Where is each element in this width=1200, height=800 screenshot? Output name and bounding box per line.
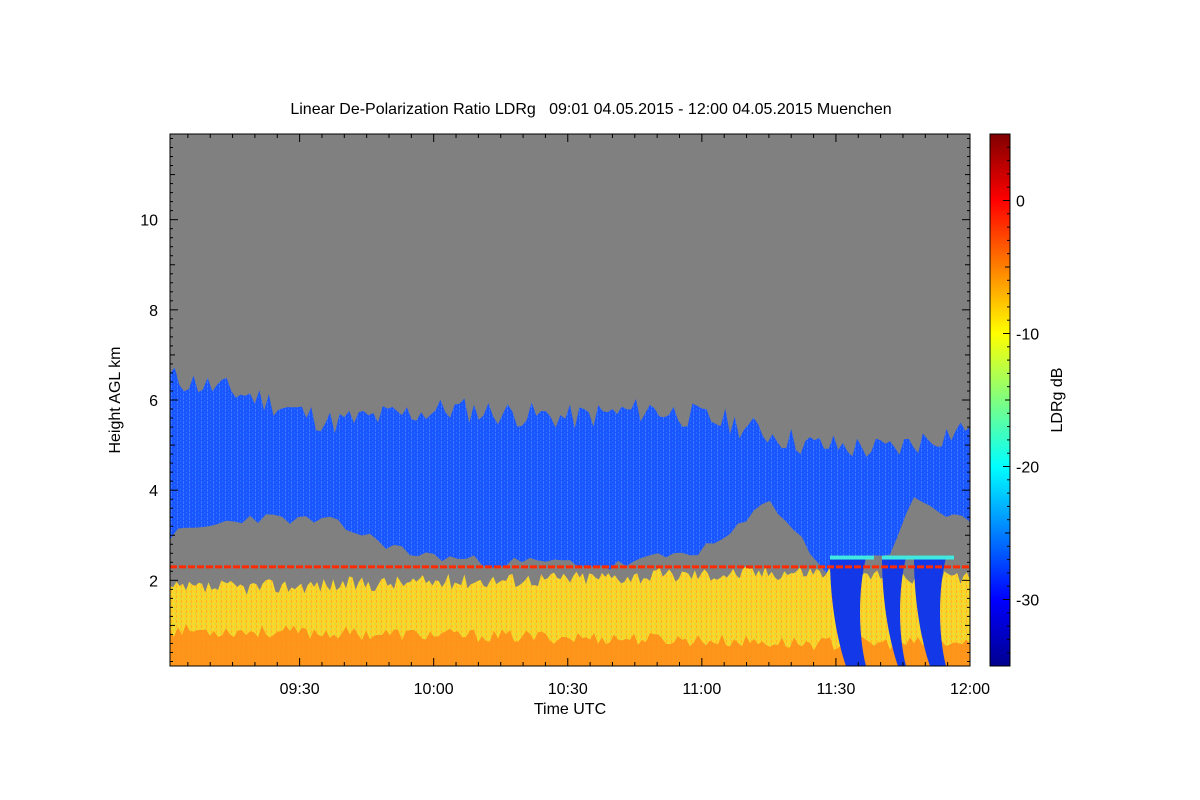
colorbar-tick-label: -20 [1016,460,1039,477]
x-tick-label: 11:00 [682,681,721,698]
y-tick-label: 8 [149,303,158,320]
y-tick-label: 6 [149,393,158,410]
y-tick-label: 4 [149,483,158,500]
x-tick-label: 10:30 [548,681,588,698]
chart-title: Linear De-Polarization Ratio LDRg 09:01 … [290,101,891,118]
x-axis-label: Time UTC [534,701,606,718]
colorbar-ticks: 0 -10 -20 -30 [1003,133,1039,667]
plot-area [170,134,970,666]
x-tick-label: 12:00 [950,681,990,698]
x-tick-label: 10:00 [414,681,454,698]
y-tick-label: 10 [140,213,158,230]
ldr-chart: Linear De-Polarization Ratio LDRg 09:01 … [107,101,1066,718]
cloud-base-signal [830,555,874,560]
colorbar-label: LDRg dB [1049,368,1066,433]
x-tick-label: 11:30 [816,681,855,698]
colorbar-tick-label: -30 [1016,593,1039,610]
cloud-base-signal [882,555,914,560]
colorbar-tick-label: -10 [1016,327,1039,344]
x-tick-label: 09:30 [280,681,320,698]
colorbar: 0 -10 -20 -30 LDRg dB [989,133,1066,667]
colorbar-tick-label: 0 [1016,194,1025,211]
y-tick-label: 2 [149,573,158,590]
cloud-base-signal [914,555,954,560]
y-axis-label: Height AGL km [107,346,124,453]
